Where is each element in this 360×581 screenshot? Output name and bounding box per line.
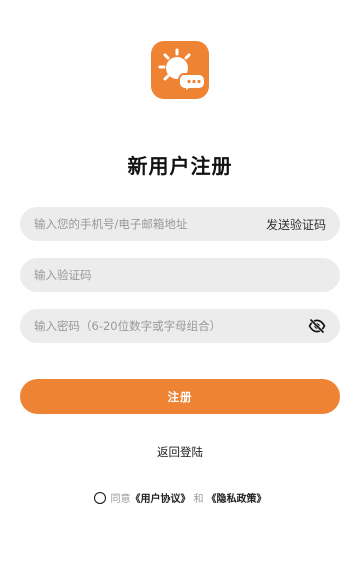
send-code-button[interactable]: 发送验证码 (266, 216, 326, 233)
and-text: 和 (193, 494, 204, 505)
agreement-row: 同意 《用户协议》 和 《隐私政策》 (0, 490, 360, 505)
password-field-container (20, 309, 340, 343)
phone-email-field-container: 发送验证码 (20, 207, 340, 241)
phone-email-input[interactable] (34, 217, 266, 231)
eye-off-icon[interactable] (308, 317, 326, 335)
privacy-policy-link[interactable]: 《隐私政策》 (207, 490, 267, 505)
back-to-login-link[interactable]: 返回登陆 (0, 444, 360, 460)
agree-radio[interactable] (93, 491, 106, 504)
password-input[interactable] (34, 319, 308, 333)
code-field-container (20, 258, 340, 292)
agree-text: 同意 (110, 494, 131, 505)
verification-code-input[interactable] (34, 268, 326, 282)
register-button[interactable]: 注册 (20, 379, 340, 414)
app-logo-icon (151, 41, 209, 99)
page-title: 新用户注册 (127, 154, 233, 178)
register-page: 新用户注册 发送验证码 注册 返回登陆 同意 《用户协议》 和 《隐私政策》 (0, 0, 360, 581)
user-agreement-link[interactable]: 《用户协议》 (131, 490, 191, 505)
